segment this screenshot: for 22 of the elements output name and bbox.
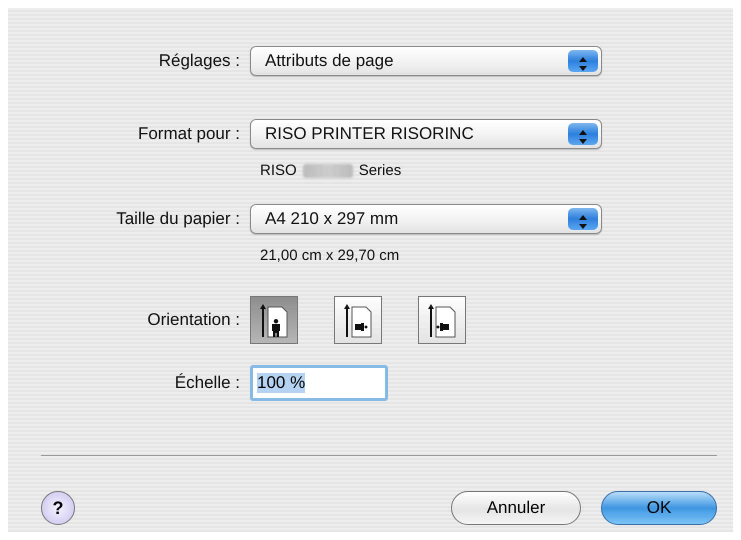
orientation-button[interactable]	[334, 296, 382, 344]
printer-description: 21,00 cm x 29,70 cm	[260, 246, 400, 266]
popup-menu[interactable]: RISO PRINTER RISORINC	[250, 119, 602, 149]
popup-arrows-icon	[568, 208, 598, 230]
orientation-button[interactable]	[418, 296, 466, 344]
help-button[interactable]: ?	[41, 491, 75, 525]
scale-field[interactable]: 100 %	[250, 365, 388, 401]
popup-menu[interactable]: A4 210 x 297 mm	[250, 204, 602, 234]
popup-arrows-icon	[568, 123, 598, 145]
printer-description: Series	[358, 160, 402, 181]
field-label: Format pour :	[136, 123, 241, 146]
cancel-button[interactable]: Annuler	[451, 491, 581, 525]
printer-description: RISO	[260, 160, 297, 181]
redacted-text	[302, 164, 353, 178]
field-label: Réglages :	[158, 50, 241, 72]
field-label: Orientation :	[146, 309, 241, 332]
popup-arrows-icon	[568, 50, 598, 72]
field-label: Échelle :	[174, 372, 241, 394]
orientation-button[interactable]	[250, 296, 298, 344]
popup-menu[interactable]: Attributs de page	[250, 46, 602, 76]
ok-button[interactable]: OK	[601, 491, 717, 525]
field-label: Taille du papier :	[115, 208, 241, 230]
